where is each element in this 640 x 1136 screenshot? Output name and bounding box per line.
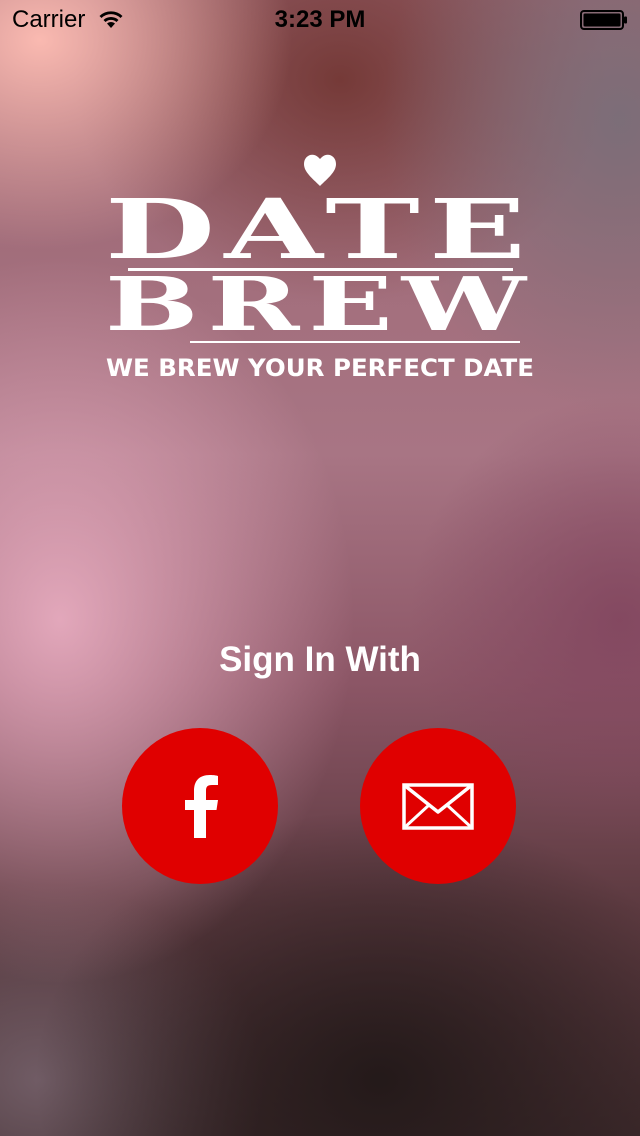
battery-icon — [580, 10, 627, 30]
logo-divider-2 — [190, 341, 520, 343]
sign-in-with-label: Sign In With — [219, 640, 421, 679]
clock: 3:23 PM — [274, 6, 366, 33]
email-sign-in-button[interactable] — [360, 728, 516, 884]
sign-in-screen: Carrier 3:23 PM DATE BREW WE BREW YOUR P… — [0, 0, 640, 1136]
logo-tagline: WE BREW YOUR PERFECT DATE — [106, 354, 534, 382]
status-bar: Carrier 3:23 PM — [0, 0, 640, 40]
facebook-icon — [185, 775, 218, 838]
logo-line-brew: BREW — [105, 262, 535, 348]
envelope-icon — [402, 783, 474, 830]
facebook-sign-in-button[interactable] — [122, 728, 278, 884]
date-brew-logo: DATE BREW WE BREW YOUR PERFECT DATE — [105, 154, 535, 382]
